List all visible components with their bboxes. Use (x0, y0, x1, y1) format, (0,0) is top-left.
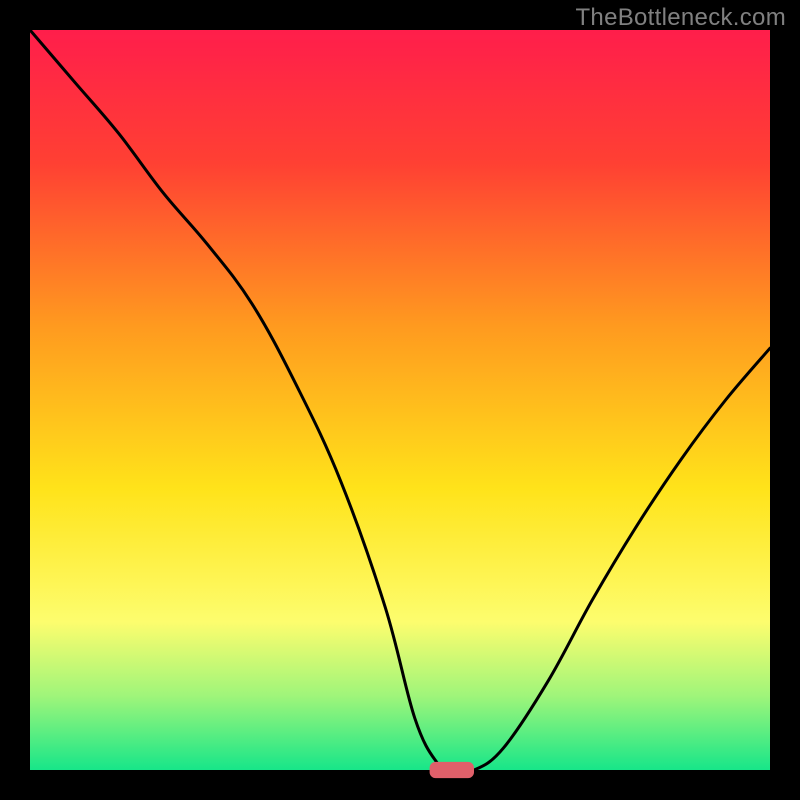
optimal-marker (430, 762, 474, 778)
chart-frame: TheBottleneck.com (0, 0, 800, 800)
bottleneck-chart (0, 0, 800, 800)
watermark-text: TheBottleneck.com (575, 4, 786, 32)
